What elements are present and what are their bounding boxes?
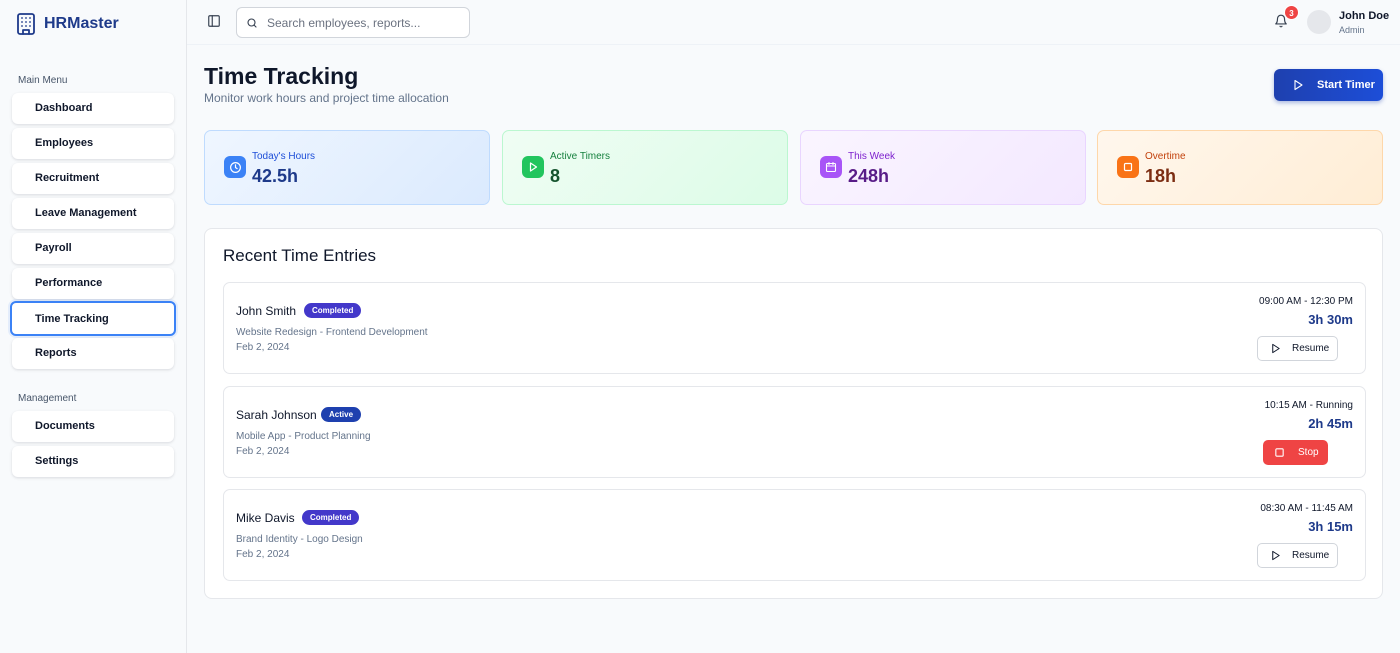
resume-button[interactable]: Resume bbox=[1257, 543, 1338, 568]
square-icon bbox=[1274, 447, 1285, 458]
stat-value: 248h bbox=[848, 166, 890, 186]
stat-value: 42.5h bbox=[252, 166, 299, 186]
sidebar-toggle-icon[interactable] bbox=[207, 14, 221, 28]
user-name[interactable]: John Doe bbox=[1339, 10, 1389, 22]
stat-label: Active Timers bbox=[550, 151, 611, 162]
sidebar-item-leave-management[interactable]: Leave Management bbox=[12, 198, 174, 229]
sidebar-item-settings[interactable]: Settings bbox=[12, 446, 174, 477]
stat-label: Overtime bbox=[1145, 151, 1186, 162]
play-icon bbox=[522, 156, 544, 178]
entry-duration: 3h 30m bbox=[1308, 312, 1353, 327]
resume-label: Resume bbox=[1292, 343, 1330, 354]
square-icon bbox=[1117, 156, 1139, 178]
recent-entries-panel: Recent Time Entries John Smith Completed… bbox=[204, 228, 1383, 599]
entry-date: Feb 2, 2024 bbox=[236, 549, 290, 560]
stat-card-overtime: Overtime 18h bbox=[1097, 130, 1383, 205]
status-badge: Completed bbox=[302, 510, 360, 525]
entry-time-range: 09:00 AM - 12:30 PM bbox=[1259, 296, 1353, 307]
start-timer-label: Start Timer bbox=[1317, 79, 1375, 91]
sidebar-item-dashboard[interactable]: Dashboard bbox=[12, 93, 174, 124]
panel-title: Recent Time Entries bbox=[223, 246, 377, 265]
entry-project: Mobile App - Product Planning bbox=[236, 431, 371, 442]
sidebar-item-performance[interactable]: Performance bbox=[12, 268, 174, 299]
status-badge: Active bbox=[321, 407, 362, 422]
brand[interactable]: HRMaster bbox=[14, 12, 119, 36]
sidebar-item-time-tracking[interactable]: Time Tracking bbox=[10, 301, 176, 336]
stop-label: Stop bbox=[1298, 447, 1319, 458]
play-icon bbox=[1270, 343, 1281, 354]
clock-icon bbox=[224, 156, 246, 178]
stop-button[interactable]: Stop bbox=[1263, 440, 1328, 465]
stat-value: 18h bbox=[1145, 166, 1177, 186]
stat-card-active-timers: Active Timers 8 bbox=[502, 130, 788, 205]
page-title: Time Tracking bbox=[204, 63, 359, 89]
stat-card-this-week: This Week 248h bbox=[800, 130, 1086, 205]
notification-badge[interactable]: 3 bbox=[1284, 5, 1299, 20]
entry-employee-name: Sarah Johnson bbox=[236, 408, 317, 422]
sidebar-item-employees[interactable]: Employees bbox=[12, 128, 174, 159]
management-label: Management bbox=[18, 393, 77, 404]
stat-value: 8 bbox=[550, 166, 561, 186]
main-menu-label: Main Menu bbox=[18, 75, 68, 86]
entry-date: Feb 2, 2024 bbox=[236, 446, 290, 457]
entry-employee-name: Mike Davis bbox=[236, 511, 295, 525]
sidebar-item-payroll[interactable]: Payroll bbox=[12, 233, 174, 264]
sidebar-item-documents[interactable]: Documents bbox=[12, 411, 174, 442]
search-box[interactable] bbox=[236, 7, 470, 38]
start-timer-button[interactable]: Start Timer bbox=[1274, 69, 1383, 101]
entry-time-range: 08:30 AM - 11:45 AM bbox=[1260, 503, 1353, 514]
search-icon bbox=[246, 17, 258, 29]
top-header: 3 John Doe Admin bbox=[187, 0, 1400, 45]
brand-name: HRMaster bbox=[44, 15, 119, 32]
search-input[interactable] bbox=[267, 15, 457, 30]
building-icon bbox=[14, 12, 38, 36]
status-badge: Completed bbox=[304, 303, 362, 318]
entry-duration: 2h 45m bbox=[1308, 416, 1353, 431]
stat-label: This Week bbox=[848, 151, 896, 162]
calendar-icon bbox=[820, 156, 842, 178]
page-subtitle: Monitor work hours and project time allo… bbox=[204, 91, 449, 105]
play-icon bbox=[1292, 79, 1304, 91]
entry-time-range: 10:15 AM - Running bbox=[1264, 400, 1353, 411]
entry-employee-name: John Smith bbox=[236, 304, 297, 318]
stat-card-todays-hours: Today's Hours 42.5h bbox=[204, 130, 490, 205]
entry-duration: 3h 15m bbox=[1308, 519, 1353, 534]
play-icon bbox=[1270, 550, 1281, 561]
avatar[interactable] bbox=[1307, 10, 1331, 34]
time-entry: John Smith Completed Website Redesign - … bbox=[223, 282, 1366, 374]
entry-project: Brand Identity - Logo Design bbox=[236, 534, 363, 545]
time-entry: Sarah Johnson Active Mobile App - Produc… bbox=[223, 386, 1366, 478]
sidebar-item-recruitment[interactable]: Recruitment bbox=[12, 163, 174, 194]
resume-button[interactable]: Resume bbox=[1257, 336, 1338, 361]
sidebar-item-reports[interactable]: Reports bbox=[12, 338, 174, 369]
entry-date: Feb 2, 2024 bbox=[236, 342, 290, 353]
stat-label: Today's Hours bbox=[252, 151, 316, 162]
resume-label: Resume bbox=[1292, 550, 1330, 561]
time-entry: Mike Davis Completed Brand Identity - Lo… bbox=[223, 489, 1366, 581]
sidebar: HRMaster Main Menu Dashboard Employees R… bbox=[0, 0, 187, 653]
entry-project: Website Redesign - Frontend Development bbox=[236, 327, 428, 338]
user-role: Admin bbox=[1339, 25, 1365, 35]
